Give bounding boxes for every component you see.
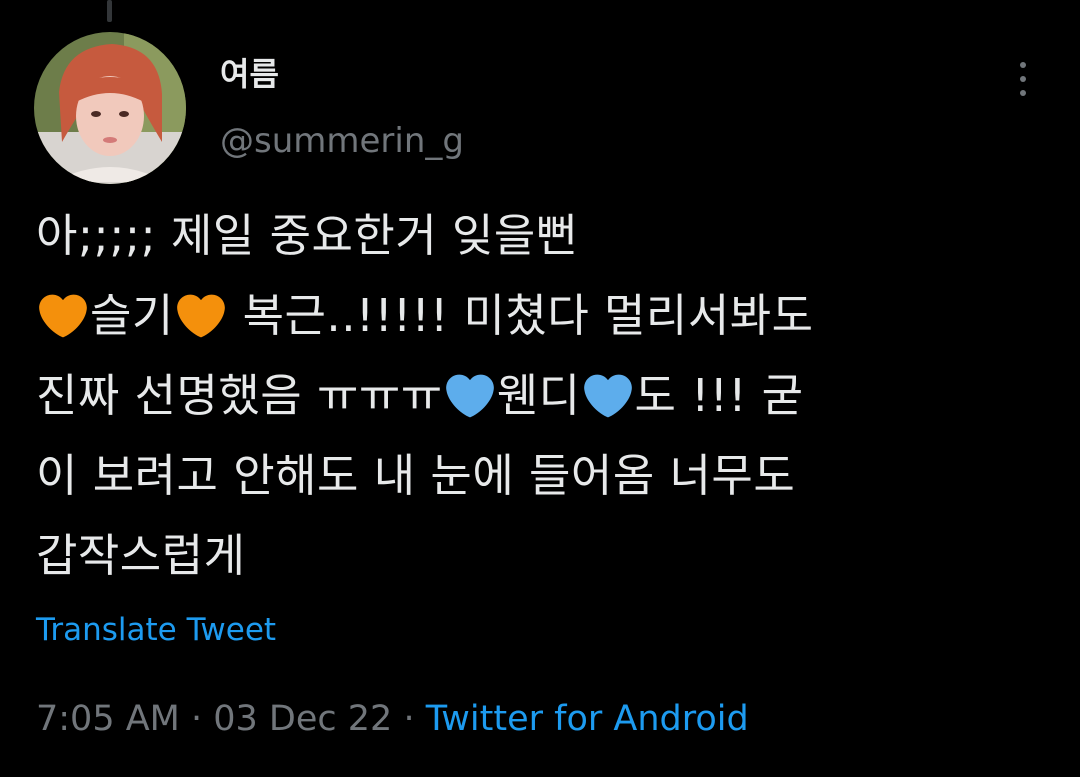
meta-separator: · xyxy=(392,699,426,739)
blue-heart-icon xyxy=(583,374,632,418)
tweet-text-segment: 진짜 선명했음 ㅠㅠㅠ xyxy=(36,369,443,422)
more-options-button[interactable] xyxy=(1006,60,1040,98)
tweet-date[interactable]: 03 Dec 22 xyxy=(213,699,392,739)
tweet-text-segment: 웬디 xyxy=(496,369,581,422)
more-icon-dot xyxy=(1020,76,1026,82)
tweet-text: 아;;;;; 제일 중요한거 잊을뻔 슬기 복근..!!!!! 미쳤다 멀리서봐… xyxy=(36,196,1056,596)
tweet-text-segment: 도 !!! 굳 xyxy=(634,369,804,422)
tweet-line: 갑작스럽게 xyxy=(36,516,1056,596)
tweet-line: 슬기 복근..!!!!! 미쳤다 멀리서봐도 xyxy=(36,276,1056,356)
translate-tweet-link[interactable]: Translate Tweet xyxy=(36,612,276,649)
tweet-source-link[interactable]: Twitter for Android xyxy=(426,699,749,739)
tweet-line: 이 보려고 안해도 내 눈에 들어옴 너무도 xyxy=(36,436,1056,516)
author-display-name[interactable]: 여름 xyxy=(220,58,279,90)
tweet-line: 아;;;;; 제일 중요한거 잊을뻔 xyxy=(36,196,1056,276)
thread-connector-line xyxy=(107,0,112,22)
tweet-metadata: 7:05 AM · 03 Dec 22 · Twitter for Androi… xyxy=(36,698,749,740)
tweet-text-segment: 슬기 xyxy=(90,289,174,342)
orange-heart-icon xyxy=(176,294,225,338)
tweet-text-segment: 이 보려고 안해도 내 눈에 들어옴 너무도 xyxy=(36,449,796,502)
tweet-text-segment: 복근..!!!!! 미쳤다 멀리서봐도 xyxy=(227,289,814,342)
more-icon-dot xyxy=(1020,90,1026,96)
avatar-image xyxy=(34,32,186,184)
tweet-time[interactable]: 7:05 AM xyxy=(36,699,180,739)
blue-heart-icon xyxy=(445,374,494,418)
tweet-line: 진짜 선명했음 ㅠㅠㅠ 웬디 도 !!! 굳 xyxy=(36,356,1056,436)
meta-separator: · xyxy=(179,699,214,739)
avatar[interactable] xyxy=(34,32,186,184)
author-handle[interactable]: @summerin_g xyxy=(220,124,464,158)
tweet-text-segment: 아;;;;; 제일 중요한거 잊을뻔 xyxy=(36,209,578,262)
more-vertical-icon xyxy=(1020,62,1026,68)
tweet-text-segment: 갑작스럽게 xyxy=(36,529,246,582)
orange-heart-icon xyxy=(39,294,87,338)
